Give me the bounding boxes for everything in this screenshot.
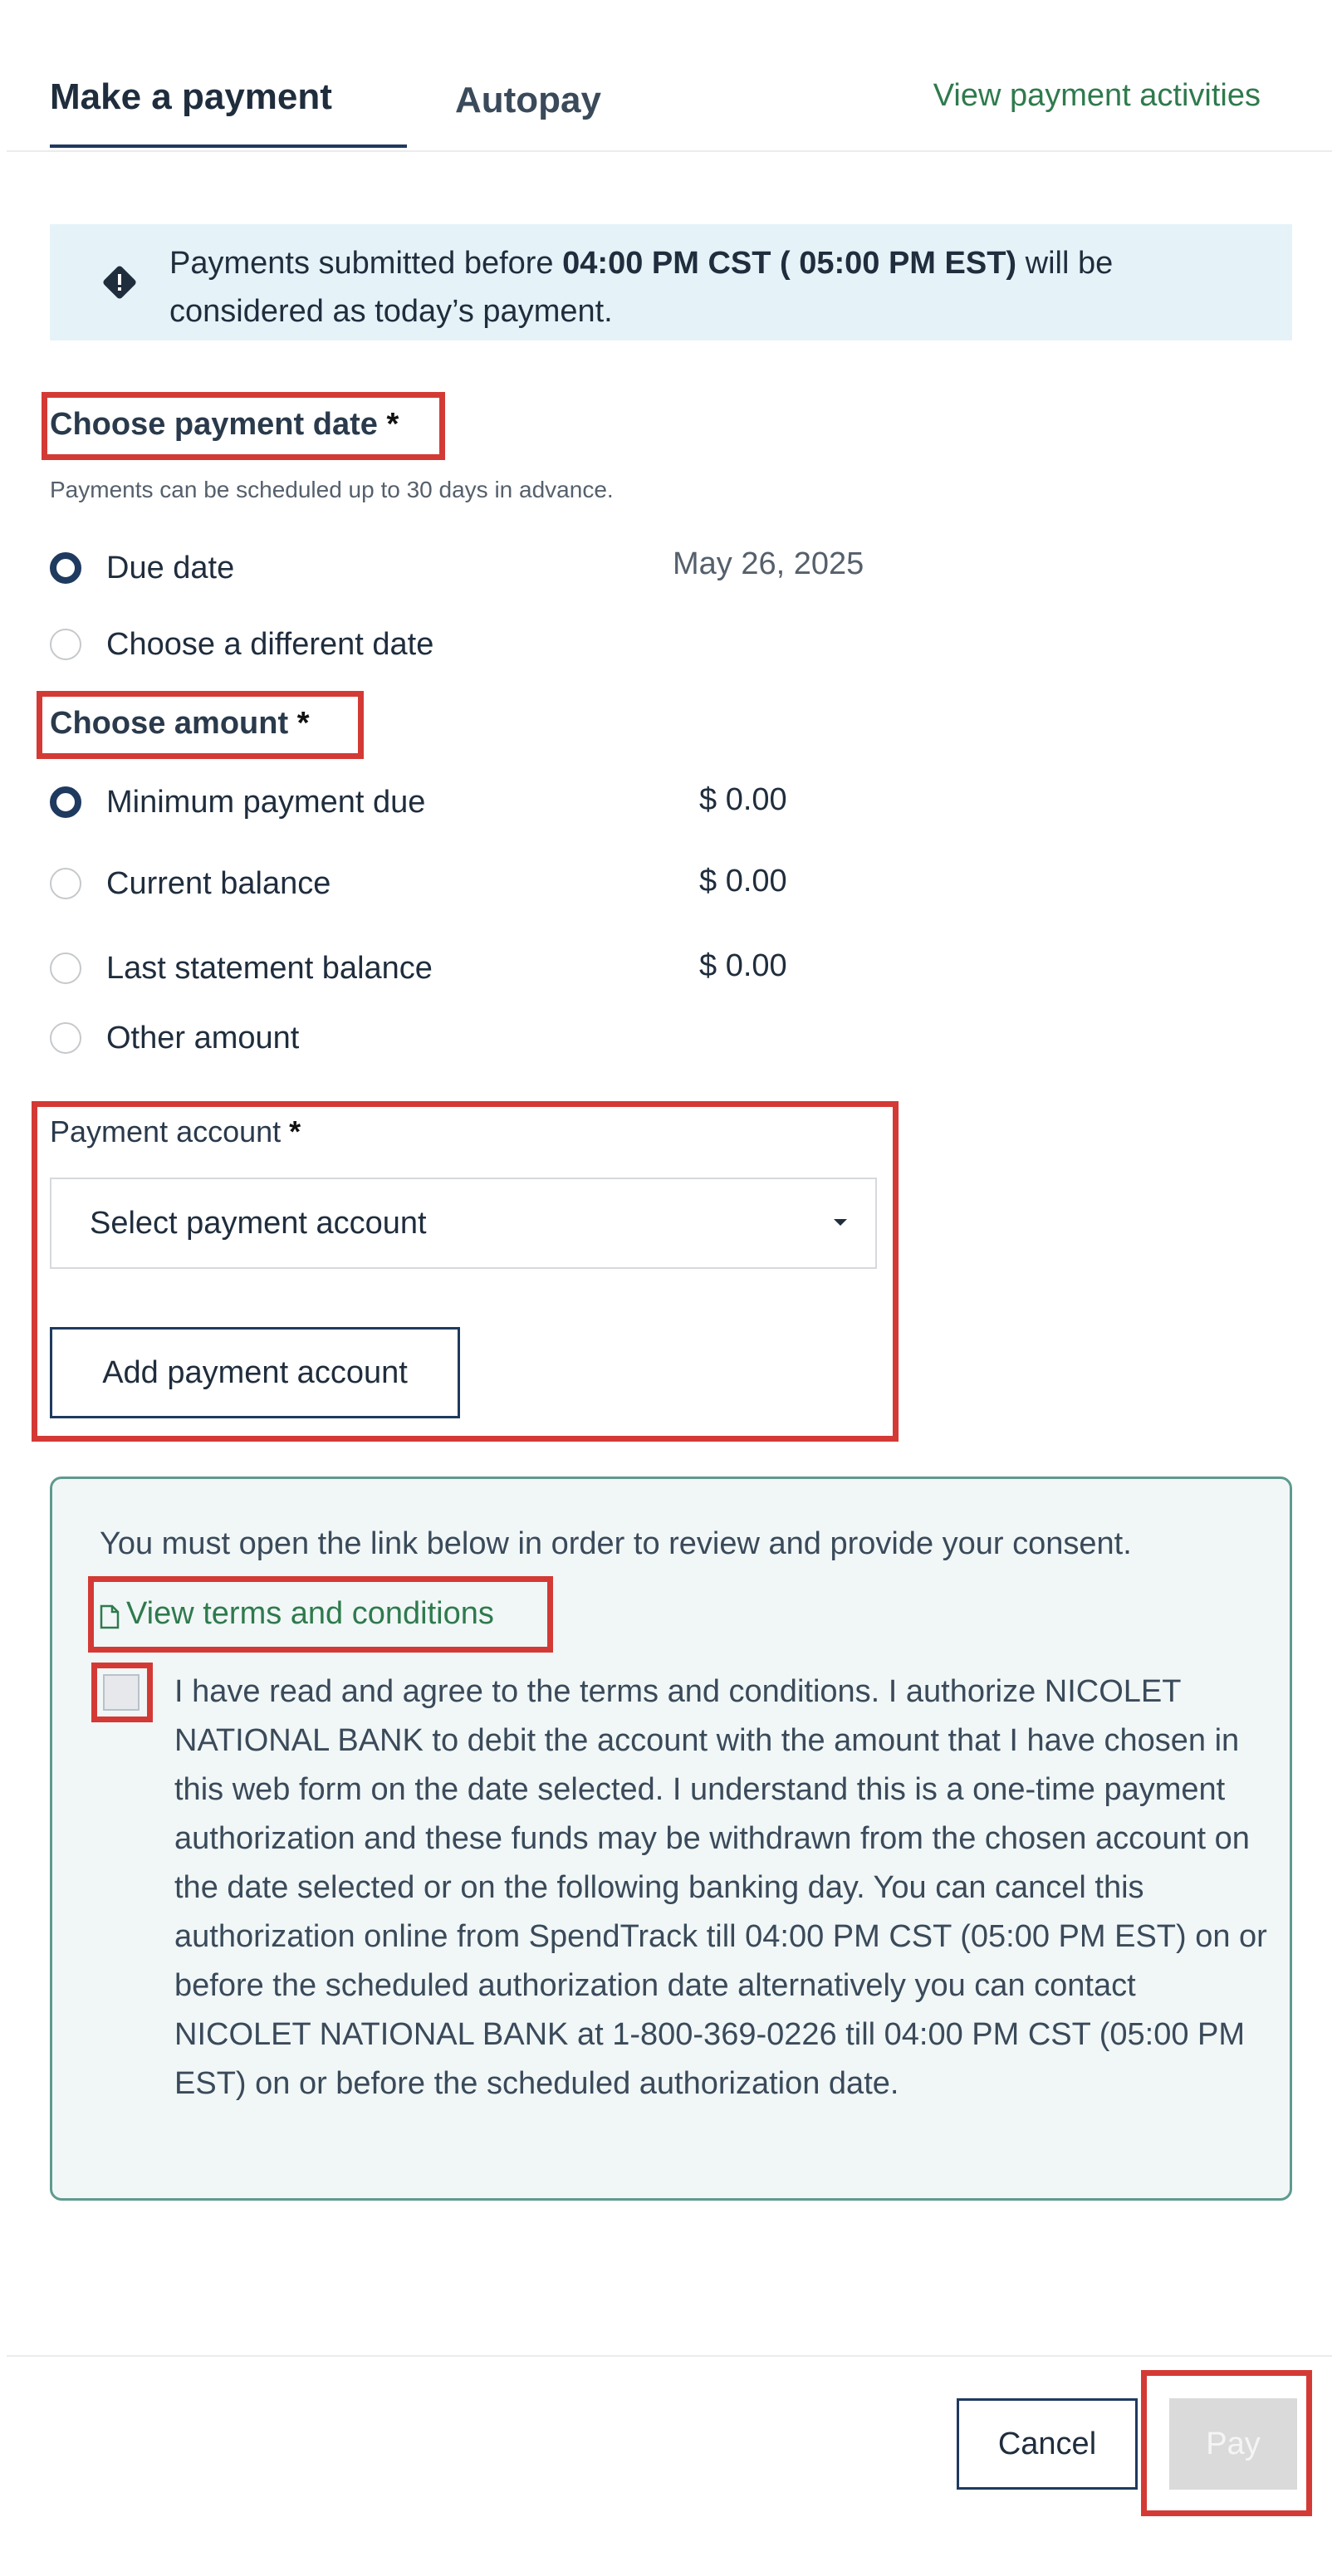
- tab-autopay[interactable]: Autopay: [455, 80, 601, 121]
- add-payment-account-button[interactable]: Add payment account: [50, 1327, 460, 1418]
- view-terms-label: View terms and conditions: [126, 1596, 494, 1631]
- radio-button[interactable]: [50, 868, 81, 899]
- cancel-button[interactable]: Cancel: [957, 2398, 1138, 2490]
- radio-different-date[interactable]: Choose a different date: [50, 620, 433, 669]
- tab-make-a-payment[interactable]: Make a payment: [50, 76, 332, 118]
- radio-button-checked[interactable]: [50, 786, 81, 818]
- radio-label: Current balance: [106, 865, 331, 901]
- radio-label: Last statement balance: [106, 950, 433, 986]
- radio-current-balance[interactable]: Current balance: [50, 859, 331, 908]
- radio-due-date[interactable]: Due date: [50, 543, 234, 593]
- consent-authorization-text: I have read and agree to the terms and c…: [174, 1674, 1267, 2101]
- info-banner: Payments submitted before 04:00 PM CST (…: [50, 224, 1292, 340]
- info-banner-text: Payments submitted before 04:00 PM CST (…: [169, 246, 1114, 329]
- warning-diamond-icon: [100, 262, 140, 302]
- last-statement-balance-value: $ 0.00: [699, 948, 787, 983]
- header-divider: [7, 150, 1332, 152]
- document-icon: [100, 1602, 120, 1628]
- view-payment-activities-link[interactable]: View payment activities: [933, 78, 1261, 114]
- active-tab-indicator: [50, 144, 407, 148]
- due-date-value: May 26, 2025: [673, 546, 864, 581]
- radio-other-amount[interactable]: Other amount: [50, 1013, 299, 1063]
- radio-label: Choose a different date: [106, 626, 434, 662]
- payment-account-label: Payment account *: [50, 1114, 301, 1148]
- radio-button-checked[interactable]: [50, 552, 81, 584]
- view-terms-link[interactable]: View terms and conditions: [100, 1596, 494, 1632]
- caret-down-icon: [834, 1219, 847, 1226]
- radio-last-statement-balance[interactable]: Last statement balance: [50, 943, 433, 993]
- radio-label: Other amount: [106, 1020, 300, 1055]
- current-balance-value: $ 0.00: [699, 864, 787, 899]
- radio-label: Minimum payment due: [106, 784, 426, 820]
- radio-minimum-payment[interactable]: Minimum payment due: [50, 777, 425, 827]
- payment-account-select[interactable]: Select payment account: [50, 1178, 877, 1269]
- amount-title: Choose amount *: [50, 706, 310, 741]
- radio-button[interactable]: [50, 1022, 81, 1054]
- pay-button[interactable]: Pay: [1169, 2398, 1297, 2490]
- radio-label: Due date: [106, 550, 235, 585]
- minimum-payment-value: $ 0.00: [699, 782, 787, 817]
- consent-checkbox[interactable]: [103, 1674, 140, 1711]
- payment-account-select-value: Select payment account: [90, 1206, 427, 1241]
- payment-date-title: Choose payment date *: [50, 407, 399, 442]
- footer-divider: [7, 2355, 1332, 2357]
- consent-intro-text: You must open the link below in order to…: [100, 1526, 1132, 1561]
- radio-button[interactable]: [50, 953, 81, 984]
- payment-date-hint: Payments can be scheduled up to 30 days …: [50, 477, 614, 502]
- radio-button[interactable]: [50, 629, 81, 660]
